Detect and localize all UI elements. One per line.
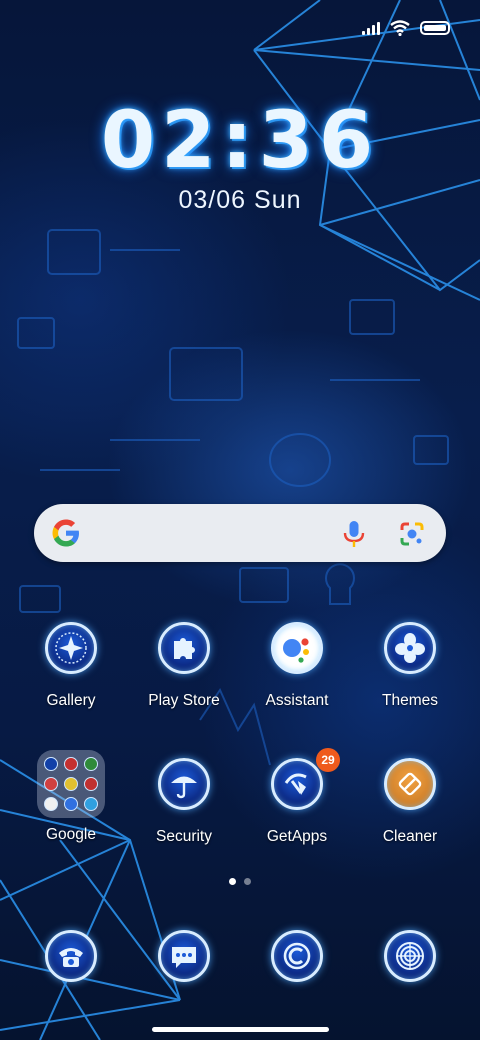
- mini-app-icon: [64, 797, 78, 811]
- mini-app-icon: [84, 797, 98, 811]
- signal-icon: [362, 21, 380, 35]
- date-display: 03/06 Sun: [0, 186, 480, 215]
- mini-app-icon: [44, 797, 58, 811]
- themes-icon: [384, 622, 436, 674]
- app-themes[interactable]: Themes: [355, 622, 465, 710]
- play-store-icon: [158, 622, 210, 674]
- mini-app-icon: [64, 777, 78, 791]
- mini-app-icon: [84, 777, 98, 791]
- google-folder-icon: [37, 750, 105, 818]
- google-g-icon: [52, 519, 79, 547]
- notification-badge: 29: [316, 748, 340, 772]
- date-number: 03/06: [178, 186, 247, 214]
- gesture-navigation-bar[interactable]: [152, 1027, 329, 1032]
- app-label: Cleaner: [382, 828, 438, 845]
- battery-icon: [420, 21, 450, 35]
- app-label: Gallery: [46, 692, 96, 709]
- mini-app-icon: [44, 777, 58, 791]
- page-indicator: [0, 878, 480, 885]
- dock-messaging[interactable]: [129, 930, 239, 982]
- dock-camera[interactable]: [355, 930, 465, 982]
- date-day: Sun: [254, 186, 302, 214]
- dock-browser[interactable]: [242, 930, 352, 982]
- gallery-icon: [45, 622, 97, 674]
- clock-widget[interactable]: 02:36: [0, 96, 480, 186]
- app-security[interactable]: Security: [129, 758, 239, 846]
- mini-app-icon: [44, 757, 58, 771]
- google-search-bar[interactable]: [34, 504, 446, 562]
- app-getapps[interactable]: 29 GetApps: [242, 748, 352, 846]
- messaging-icon: [158, 930, 210, 982]
- assistant-icon: [271, 622, 323, 674]
- app-gallery[interactable]: Gallery: [16, 622, 126, 710]
- app-folder-google[interactable]: Google: [16, 750, 126, 844]
- dock-phone[interactable]: [16, 930, 126, 982]
- app-label: Themes: [382, 692, 438, 709]
- app-label: Google: [46, 826, 96, 843]
- app-label: GetApps: [266, 828, 328, 845]
- app-label: Security: [156, 828, 212, 845]
- camera-icon: [384, 930, 436, 982]
- phone-icon: [45, 930, 97, 982]
- browser-icon: [271, 930, 323, 982]
- getapps-icon: 29: [271, 748, 340, 810]
- app-label: Assistant: [265, 692, 329, 709]
- status-bar: [362, 14, 450, 42]
- google-lens-icon[interactable]: [399, 521, 425, 547]
- app-cleaner[interactable]: Cleaner: [355, 758, 465, 846]
- page-dot-active: [229, 878, 236, 885]
- app-assistant[interactable]: Assistant: [242, 622, 352, 710]
- app-play-store[interactable]: Play Store: [129, 622, 239, 710]
- voice-search-icon[interactable]: [342, 520, 366, 548]
- mini-app-icon: [64, 757, 78, 771]
- security-icon: [158, 758, 210, 810]
- cleaner-icon: [384, 758, 436, 810]
- app-label: Play Store: [148, 692, 220, 709]
- page-dot: [244, 878, 251, 885]
- mini-app-icon: [84, 757, 98, 771]
- wifi-icon: [390, 20, 410, 36]
